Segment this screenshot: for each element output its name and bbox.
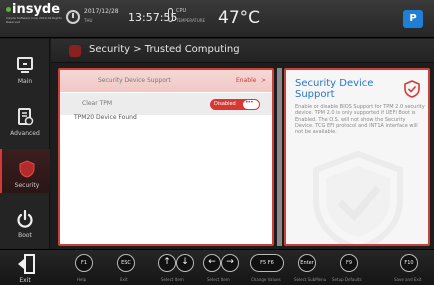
arrow-right-icon[interactable]: → (221, 254, 239, 272)
key-label: Help (77, 277, 87, 282)
day: THU (84, 18, 93, 23)
document-gear-icon (18, 108, 34, 126)
setting-label: Clear TPM (82, 100, 113, 107)
setting-security-device-support[interactable]: Security Device Support Enable > (60, 70, 272, 92)
power-icon (17, 210, 33, 228)
shield-icon (19, 160, 35, 178)
esc-key: ESC (117, 254, 135, 272)
sidebar-item-label: Advanced (10, 130, 40, 137)
chevron-right-icon: > (261, 77, 267, 84)
tpm-status-text: TPM20 Device Found (74, 114, 137, 121)
key-label: Save and Exit (394, 277, 422, 282)
toggle-state: Disabled (214, 101, 236, 107)
sidebar-item-label: Boot (18, 232, 32, 239)
cpu-label: CPU (176, 8, 187, 14)
sidebar-item-label: Security (14, 182, 40, 189)
key-label: Select Item (207, 277, 230, 282)
exit-button[interactable]: Exit (0, 250, 50, 285)
main-panel: Security > Trusted Computing Security De… (51, 39, 434, 249)
arrow-down-icon[interactable]: ↓ (176, 254, 194, 272)
brand-logo: insyde Insyde Software Corp 2019 All Rig… (6, 3, 62, 33)
exit-door-icon (18, 254, 35, 274)
key-label: Exit (120, 277, 128, 282)
f5-f6-key: F5 F6 (250, 254, 284, 272)
settings-list: Security Device Support Enable > Clear T… (58, 68, 274, 246)
setting-value: Enable (236, 77, 257, 84)
arrow-up-icon[interactable]: ↑ (158, 254, 176, 272)
date: 2017/12/28 (84, 8, 119, 15)
sidebar-item-security[interactable]: Security (0, 149, 50, 193)
corner-logo: P (403, 10, 423, 28)
help-panel: Security Device Support Enable or disabl… (284, 68, 430, 246)
brand-name: insyde (12, 2, 61, 17)
enter-key: Enter (298, 254, 316, 272)
header-bar: insyde Insyde Software Corp 2019 All Rig… (0, 0, 434, 38)
shield-watermark-icon (313, 150, 403, 244)
shield-check-icon (404, 80, 420, 98)
clear-tpm-toggle[interactable]: Disabled (210, 99, 260, 110)
scrollbar[interactable] (277, 68, 282, 246)
setting-label: Security Device Support (98, 77, 171, 84)
help-title: Security Device Support (295, 78, 374, 100)
arrow-left-icon[interactable]: ← (203, 254, 221, 272)
key-label: Select Item (161, 277, 184, 282)
temperature-value: 47°C (218, 8, 261, 28)
temperature-label: TEMPERATURE (176, 18, 206, 23)
clock-icon (66, 10, 80, 24)
title-bar: Security > Trusted Computing (51, 39, 434, 63)
monitor-icon (17, 57, 33, 73)
sidebar-item-advanced[interactable]: Advanced (0, 97, 50, 141)
sidebar-item-label: Main (17, 78, 33, 85)
thermometer-icon (168, 8, 173, 22)
f10-key: F10 (400, 254, 418, 272)
footer-bar: Exit F1 Help ESC Exit ↑ ↓ Select Item ← … (0, 249, 434, 285)
sidebar-item-main[interactable]: Main (0, 45, 50, 89)
sidebar-item-boot[interactable]: Boot (0, 199, 50, 243)
sidebar: Main Advanced Security Boot (0, 39, 50, 249)
key-label: Change Values (251, 277, 281, 282)
help-text: Enable or disable BIOS Support for TPM 2… (295, 104, 425, 136)
key-label: Setup Defaults (332, 277, 362, 282)
f1-key: F1 (75, 254, 93, 272)
security-icon (69, 45, 81, 57)
f9-key: F9 (340, 254, 358, 272)
key-label: Select SubMenu (294, 277, 327, 282)
page-title: Security > Trusted Computing (89, 44, 240, 55)
exit-label: Exit (19, 277, 31, 284)
toggle-knob (243, 99, 259, 109)
brand-subtext: Insyde Software Corp 2019 All Rights Res… (6, 16, 62, 24)
tpm-status: TPM20 Device Found (60, 112, 272, 126)
